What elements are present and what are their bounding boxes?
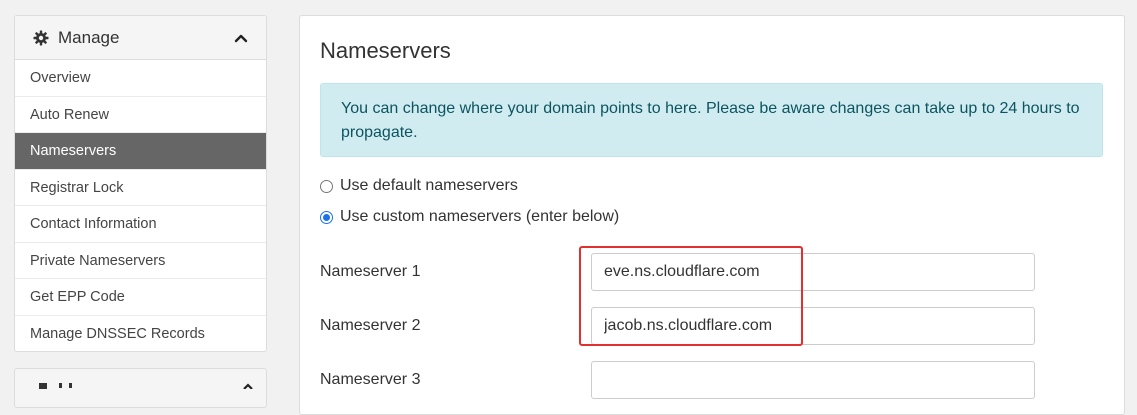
nameservers-panel: Nameservers You can change where your do… [299, 15, 1125, 415]
sidebar-item-overview[interactable]: Overview [15, 60, 266, 97]
info-alert: You can change where your domain points … [320, 83, 1103, 157]
page-title: Nameservers [320, 38, 451, 63]
nameserver-3-label: Nameserver 3 [320, 371, 421, 388]
sidebar-item-private-nameservers[interactable]: Private Nameservers [15, 243, 266, 279]
sidebar-item-get-epp-code[interactable]: Get EPP Code [15, 279, 266, 316]
sidebar-header[interactable]: Manage [15, 16, 266, 60]
sidebar-item-nameservers[interactable]: Nameservers [15, 133, 266, 170]
nameserver-2-label: Nameserver 2 [320, 317, 421, 334]
nameserver-3-input[interactable] [591, 361, 1035, 399]
custom-nameservers-option[interactable]: Use custom nameservers (enter below) [320, 208, 619, 226]
default-nameservers-radio[interactable] [320, 179, 333, 193]
custom-nameservers-radio[interactable] [320, 210, 333, 224]
default-nameservers-label: Use default nameservers [340, 177, 518, 194]
sidebar-panel-secondary[interactable] [14, 368, 267, 408]
nameserver-1-input[interactable] [591, 253, 1035, 291]
panel-icon [39, 383, 47, 389]
gear-icon [33, 30, 49, 46]
nameserver-1-label: Nameserver 1 [320, 263, 421, 280]
sidebar-item-auto-renew[interactable]: Auto Renew [15, 97, 266, 133]
chevron-up-icon[interactable] [234, 33, 248, 43]
custom-nameservers-label: Use custom nameservers (enter below) [340, 208, 620, 225]
chevron-up-icon[interactable] [241, 381, 255, 389]
sidebar-menu: Overview Auto Renew Nameservers Registra… [15, 60, 266, 352]
default-nameservers-option[interactable]: Use default nameservers [320, 177, 518, 195]
sidebar-item-manage-dnssec-records[interactable]: Manage DNSSEC Records [15, 316, 266, 353]
sidebar-item-contact-information[interactable]: Contact Information [15, 206, 266, 243]
manage-sidebar: Manage Overview Auto Renew Nameservers R… [14, 15, 267, 352]
nameserver-2-input[interactable] [591, 307, 1035, 345]
sidebar-title: Manage [58, 27, 120, 47]
sidebar-item-registrar-lock[interactable]: Registrar Lock [15, 170, 266, 206]
